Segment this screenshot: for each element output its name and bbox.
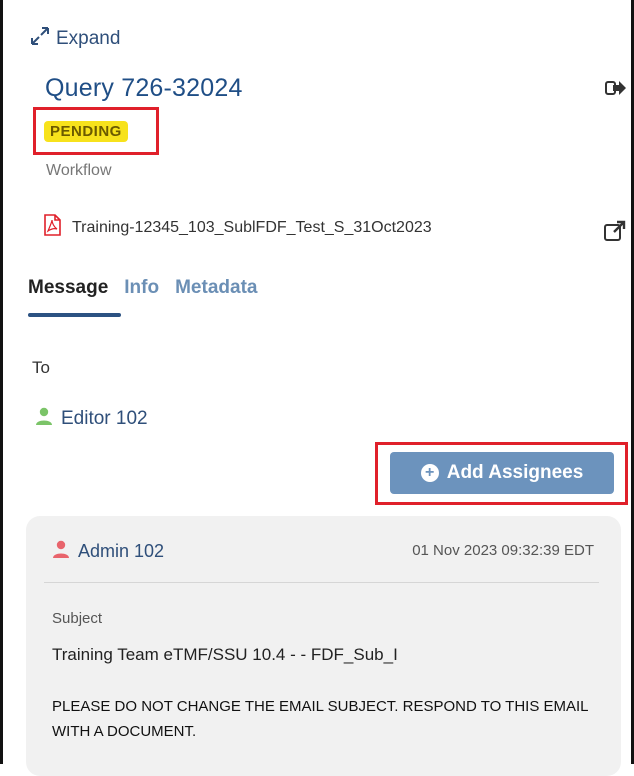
active-tab-indicator [28, 313, 121, 317]
status-badge: PENDING [44, 121, 128, 142]
subject-value: Training Team eTMF/SSU 10.4 - - FDF_Sub_… [52, 645, 398, 664]
subject-label: Subject [52, 610, 103, 627]
message-sender: Admin 102 [52, 540, 164, 563]
tab-bar: Message Info Metadata [28, 277, 257, 299]
expand-link[interactable]: Expand [30, 26, 120, 52]
user-icon [35, 407, 53, 431]
recipient-name: Editor 102 [61, 408, 148, 429]
message-timestamp: 01 Nov 2023 09:32:39 EDT [412, 542, 594, 559]
add-assignees-label: Add Assignees [446, 462, 584, 483]
page-title: Query 726-32024 [45, 74, 243, 102]
workflow-label: Workflow [46, 162, 112, 179]
left-border [0, 0, 3, 764]
to-label: To [32, 358, 50, 377]
expand-label: Expand [56, 28, 121, 49]
expand-icon [30, 26, 50, 52]
tab-info[interactable]: Info [124, 277, 159, 299]
recipient-item: Editor 102 [35, 407, 148, 431]
tab-metadata[interactable]: Metadata [175, 277, 257, 299]
user-icon [52, 540, 70, 563]
file-link[interactable]: Training-12345_103_SublFDF_Test_S_31Oct2… [42, 214, 432, 241]
exit-icon[interactable] [605, 78, 627, 98]
pdf-icon [42, 214, 62, 241]
file-name: Training-12345_103_SublFDF_Test_S_31Oct2… [72, 218, 432, 236]
external-link-icon[interactable] [604, 220, 626, 242]
sender-name: Admin 102 [78, 541, 165, 561]
tab-message[interactable]: Message [28, 277, 108, 299]
add-assignees-button[interactable]: + Add Assignees [390, 452, 614, 494]
divider [44, 582, 599, 583]
plus-circle-icon: + [420, 464, 439, 482]
message-body: PLEASE DO NOT CHANGE THE EMAIL SUBJECT. … [52, 698, 588, 740]
